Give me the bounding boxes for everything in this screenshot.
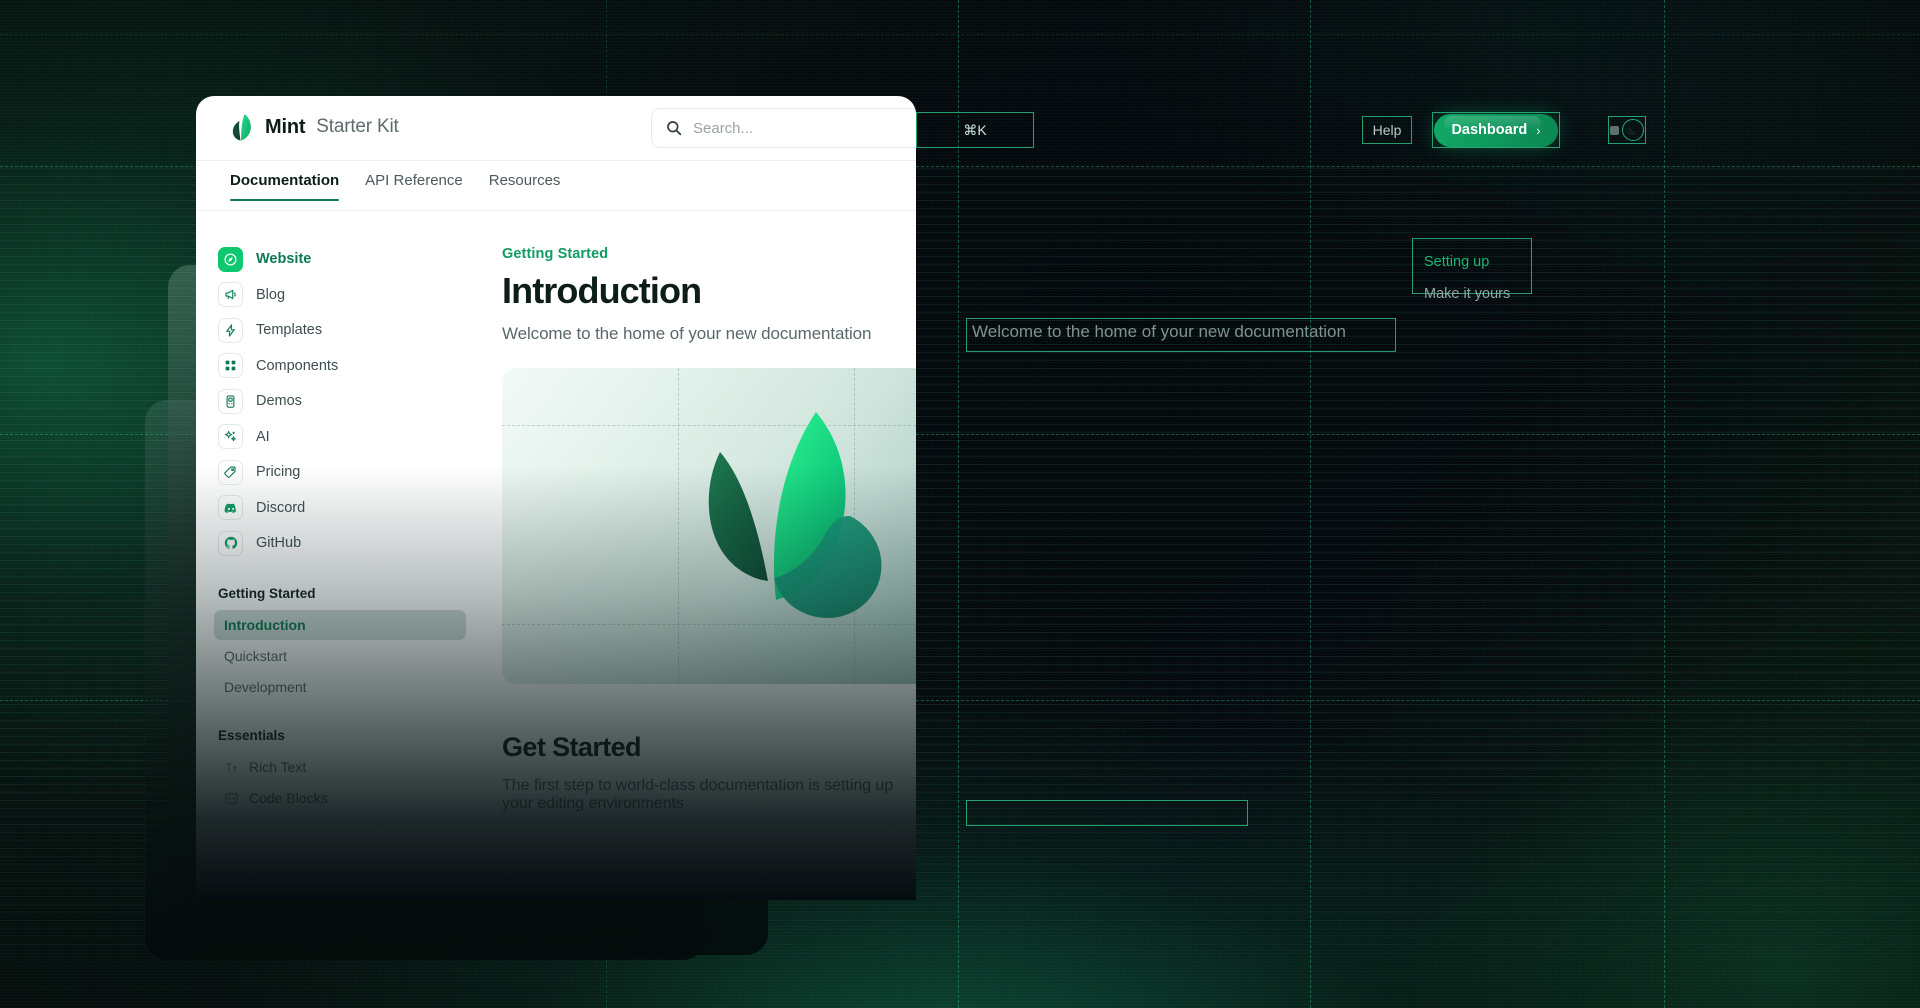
megaphone-icon [218,282,243,307]
mint-leaf-logo [232,114,251,141]
bolt-icon [218,317,243,343]
sidebar-item-introduction[interactable]: Introduction [214,610,466,640]
sidebar-item-pricing[interactable]: Pricing [214,455,466,489]
tab-documentation[interactable]: Documentation [230,172,340,201]
sidebar-item-ai[interactable]: AI [214,420,466,454]
toc-item-make-it-yours[interactable]: Make it yours [1424,278,1510,310]
section-body: The first step to world-class documentat… [502,777,894,812]
brand-suffix: Starter Kit [316,116,399,137]
page-title: Introduction [502,270,702,311]
grid-icon [218,353,243,378]
search-placeholder: Search... [693,119,754,137]
sidebar-label: Code Blocks [249,790,328,806]
sidebar-section-essentials: Essentials [218,728,285,743]
sidebar-item-blog[interactable]: Blog [214,278,466,312]
help-button[interactable]: Help [1362,116,1412,144]
breadcrumb: Getting Started [502,246,609,262]
sidebar-label: Templates [256,322,323,338]
sidebar-label: Discord [256,499,306,516]
device-icon [218,388,243,414]
sidebar-item-code-blocks[interactable]: Code Blocks [214,783,466,813]
header-divider [196,160,916,161]
shortcut-label: ⌘K [963,121,987,138]
chevron-right-icon: › [1536,122,1541,138]
tab-bar: Documentation API Reference Resources [230,172,560,201]
tab-resources[interactable]: Resources [489,172,561,201]
tab-api-reference[interactable]: API Reference [365,172,463,201]
dashboard-button[interactable]: Dashboard › [1432,112,1560,148]
sidebar: Website Blog Templates Components Demos … [196,224,486,900]
sidebar-item-discord[interactable]: Discord [214,491,466,525]
sidebar-item-github[interactable]: GitHub [214,526,466,560]
hero-banner [502,368,916,684]
sidebar-label: Components [256,357,339,374]
app-header: Mint Starter Kit Search... [196,96,916,161]
help-label: Help [1372,122,1402,138]
sidebar-item-templates[interactable]: Templates [214,313,466,347]
sidebar-label: Pricing [256,464,301,480]
sidebar-item-demos[interactable]: Demos [214,384,466,418]
sidebar-item-development[interactable]: Development [214,672,466,702]
text-format-icon [225,762,237,771]
search-icon [667,121,682,136]
page-subtitle: Welcome to the home of your new document… [502,324,872,343]
tab-divider [196,210,916,211]
sidebar-item-components[interactable]: Components [214,349,466,383]
sidebar-label: Website [256,251,312,267]
sidebar-section-getting-started: Getting Started [218,586,316,601]
mint-leaf-hero [708,412,882,618]
sidebar-label: Demos [256,393,302,409]
compass-icon [218,246,243,272]
tag-icon [218,459,243,485]
sidebar-label: GitHub [256,535,302,551]
search-shortcut-badge: ⌘K [916,112,1034,148]
sidebar-item-website[interactable]: Website [214,242,466,276]
table-of-contents: Setting up Make it yours [1424,246,1510,310]
theme-toggle[interactable] [1608,116,1646,144]
sidebar-item-rich-text[interactable]: Rich Text [214,752,466,782]
moon-icon [1622,119,1644,141]
sidebar-label: AI [256,428,270,445]
sparkles-icon [218,424,243,449]
body-highlight-box [966,800,1248,826]
subtitle-highlight-box [966,318,1396,352]
document-content: Getting Started Introduction Welcome to … [502,224,916,900]
section-title: Get Started [502,732,642,762]
sidebar-label: Blog [256,286,286,303]
brand[interactable]: Mint Starter Kit [230,113,399,141]
discord-icon [218,495,243,520]
sidebar-label: Rich Text [249,759,307,775]
documentation-window: Mint Starter Kit Search... Documentation… [196,96,916,900]
github-icon [218,530,243,556]
dashboard-label: Dashboard [1451,122,1528,138]
toc-item-setting-up[interactable]: Setting up [1424,246,1510,278]
sidebar-item-quickstart[interactable]: Quickstart [214,641,466,671]
code-block-icon [225,792,238,804]
search-input[interactable]: Search... [651,108,916,148]
brand-name: Mint [265,115,306,138]
toggle-track [1610,125,1619,135]
